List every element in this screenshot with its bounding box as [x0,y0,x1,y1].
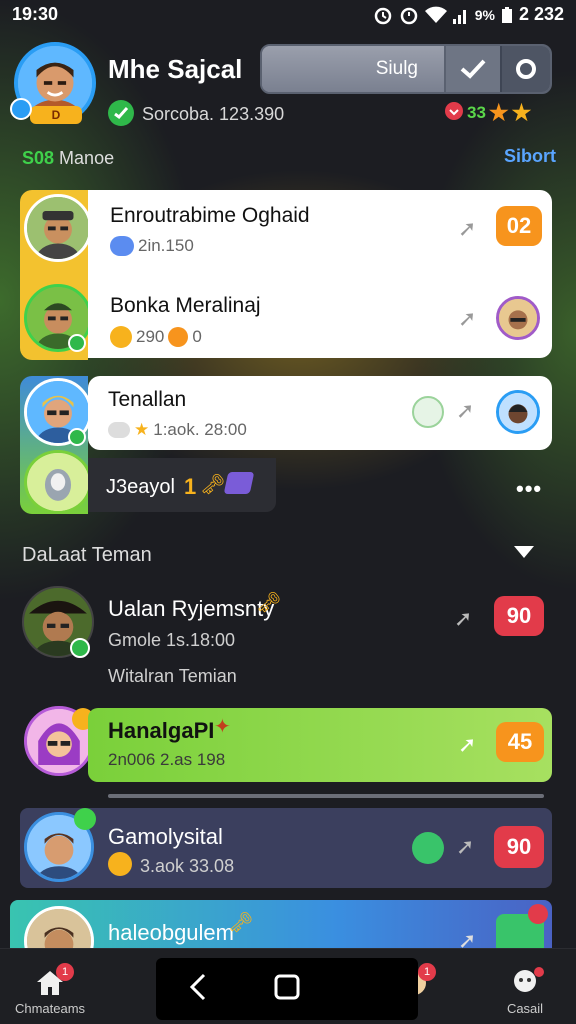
star-icon: ★ [134,420,150,439]
online-badge-icon [70,638,90,658]
status-icons: 9% 2 232 [373,4,564,25]
chat-card-dark[interactable]: J3eayol 1 🗝 [88,458,276,512]
contact-avatar[interactable] [496,296,540,340]
section-label: Manoe [59,148,115,168]
chat-subtitle: Gmole 1s.18:00 [108,630,236,650]
status-bar: 19:30 9% 2 232 [0,0,576,30]
signal-icon [452,6,469,24]
key-icon: 🗝 [200,474,226,496]
gem-icon [223,472,255,494]
unread-count-badge: 90 [494,596,544,636]
profile-name: Mhe Sajcal [108,54,243,84]
section-header: S08 Manoe [22,148,114,169]
nav-profile-label: Casail [506,1001,544,1016]
reaction-icon[interactable] [412,832,444,864]
forward-icon[interactable]: ➚ [454,606,472,632]
chat-title: Gamolysital [108,824,223,849]
chat-avatar[interactable] [24,450,92,514]
emoji-icon [168,327,189,347]
emoji-icon [108,852,132,876]
section-action-link[interactable]: Sibort [504,146,556,167]
star-icon: ★ [511,100,532,125]
unread-count-badge: 02 [496,206,542,246]
back-icon[interactable] [188,973,208,1006]
nav-profile[interactable]: Casail [490,969,560,1016]
status-toggle-pill: Siulg [260,44,552,94]
notification-dot [534,967,544,977]
star-icon: ★ [488,100,509,125]
dropdown-icon[interactable] [514,546,534,558]
status-clock-right: 2 232 [518,4,564,24]
online-badge-icon [68,428,86,446]
key-icon: 🗝 [228,912,254,934]
chat-extra-text: Witalran Temian [108,666,237,686]
chat-title: Tenallan [108,388,187,411]
chat-title: Ualan Ryjemsnty [108,596,275,621]
chat-subtitle: 2n006 2.as 198 [108,750,226,769]
notification-badge: 1 [418,963,436,981]
chat-card[interactable]: Tenallan ★ 1:aok. 28:00 ➚ [88,376,552,450]
emoji-icon [110,326,132,348]
notification-badge: 1 [56,963,74,981]
wifi-icon [424,6,447,24]
forward-icon[interactable]: ➚ [456,398,474,424]
cloud-icon [108,422,130,438]
chat-card[interactable]: Enroutrabime Oghaid 2in.150 ➚ 02 [88,190,552,270]
check-icon [460,59,486,79]
contact-avatar[interactable] [496,390,540,434]
chat-card[interactable]: Bonka Meralinaj 290 0 ➚ [88,270,552,358]
chat-subtitle: ★ 1:aok. 28:00 [108,420,247,440]
nav-home[interactable]: Chmateams [12,969,88,1016]
profile-subtitle: Sorcoba. 123.390 [142,104,285,124]
profile-chat-icon [10,98,32,120]
status-toggle-label[interactable]: Siulg [262,46,444,92]
forward-icon[interactable]: ➚ [458,306,476,332]
chat-subtitle: 3.aok 33.08 [140,856,235,876]
more-options-icon[interactable]: ••• [516,476,542,502]
forward-icon[interactable]: ➚ [456,834,474,860]
status-time: 19:30 [12,4,59,24]
chat-card-purple[interactable]: Gamolysital 3.aok 33.08 ➚ 90 [20,808,552,888]
battery-text: 9% [474,6,495,23]
chat-bubble-icon [110,236,134,256]
score-row: 33 ★ ★ [444,100,531,126]
chat-subtitle: 2in.150 [110,236,194,256]
chat-title: HanalgaPI [108,718,215,743]
chat-card-green[interactable]: HanalgaPI ✦ 2n006 2.as 198 ➚ 45 [88,708,552,782]
nav-home-label: Chmateams [14,1001,86,1016]
chat-title-extra: 1 [184,474,197,499]
profile-badge: D [30,106,82,124]
ring-icon [516,59,536,79]
chat-title: J3eayol [106,476,175,498]
score-value: 33 [467,103,486,122]
verified-icon [108,100,134,126]
heart-icon [444,101,464,126]
section-prefix: S08 [22,148,55,168]
chat-subtitle: 290 0 [110,326,202,348]
pin-icon [74,808,96,830]
battery-icon [501,6,513,24]
chat-title: haleobgulem [108,920,234,945]
fire-icon: ✦ [214,716,231,738]
system-nav-bar [156,958,418,1020]
ring-button[interactable] [500,46,550,92]
alert-badge-icon [528,904,548,924]
forward-icon[interactable]: ➚ [458,216,476,242]
forward-icon[interactable]: ➚ [458,732,476,758]
alarm2-icon [399,5,419,25]
unread-count-badge: 45 [496,722,544,762]
reaction-icon[interactable] [412,396,444,428]
chat-avatar[interactable] [24,194,92,262]
friends-header: DaLaat Teman [22,544,152,566]
divider [108,794,544,798]
key-icon: 🗝 [256,592,282,614]
chat-title: Bonka Meralinaj [110,294,261,317]
online-badge-icon [68,334,86,352]
check-button[interactable] [444,46,500,92]
chat-title: Enroutrabime Oghaid [110,204,310,227]
home-square-icon[interactable] [273,973,301,1006]
alarm-icon [373,5,393,25]
unread-count-badge: 90 [494,826,544,868]
